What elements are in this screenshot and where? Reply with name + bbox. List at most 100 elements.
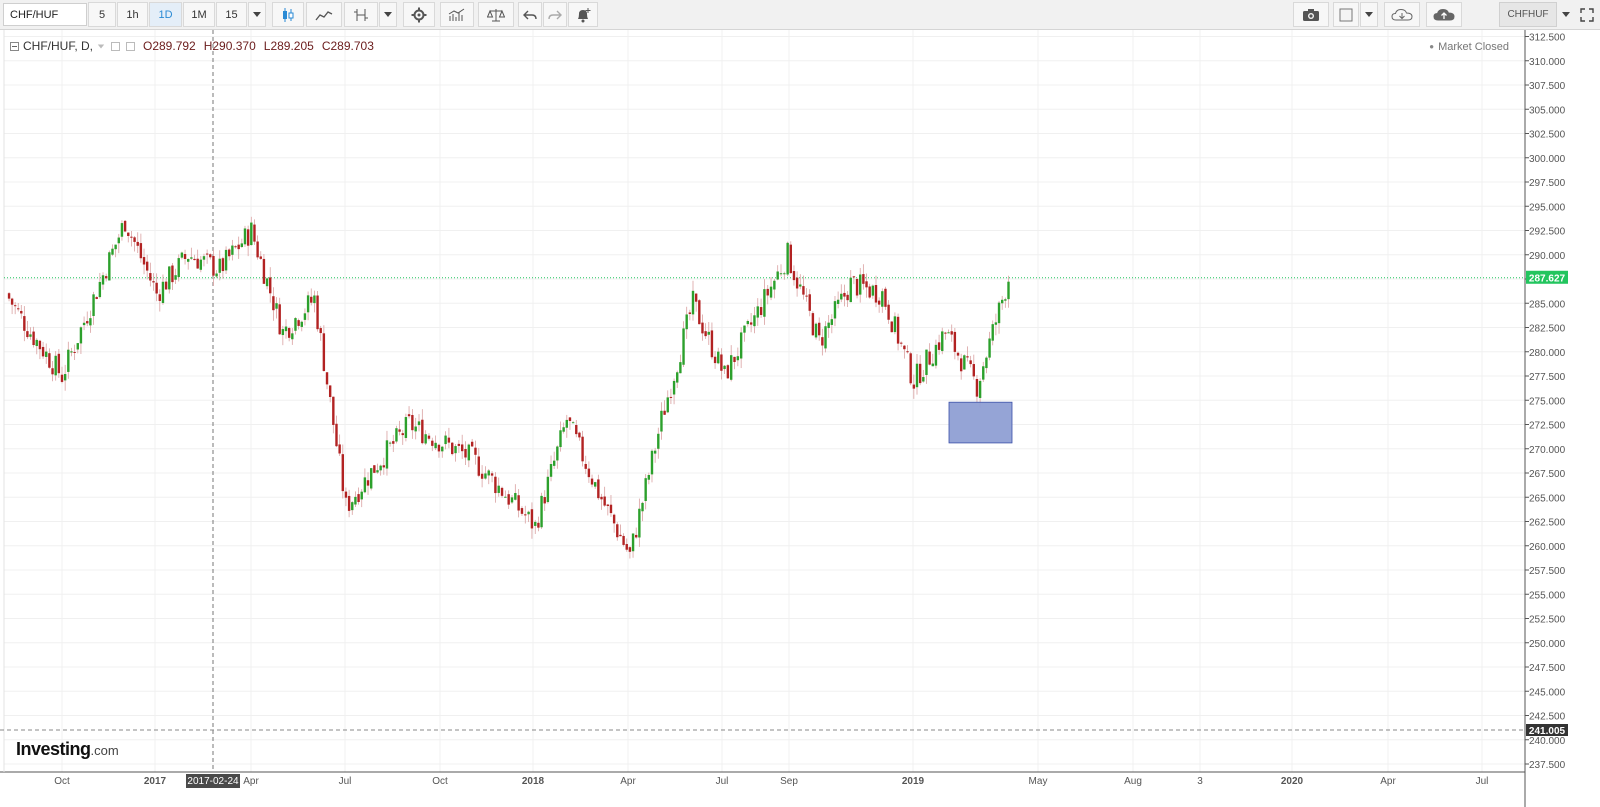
candle-down: [332, 396, 335, 425]
candle-down: [480, 473, 484, 479]
candle-up: [685, 314, 688, 330]
undo-button[interactable]: [518, 2, 542, 27]
settings-button[interactable]: [403, 2, 435, 27]
candle-up: [89, 318, 92, 326]
price-tick-label: 305.000: [1529, 105, 1566, 116]
candle-down: [597, 479, 600, 499]
candle-down: [341, 454, 344, 492]
candle-down: [587, 468, 591, 478]
candle-up: [739, 332, 743, 359]
time-tick-label: Apr: [1380, 776, 1396, 787]
candle-down: [884, 288, 887, 307]
candle-down: [494, 476, 497, 494]
candle-down: [474, 447, 477, 455]
compare-button[interactable]: [478, 2, 514, 27]
candle-down: [950, 331, 953, 335]
chart-type-dropdown-button[interactable]: [379, 2, 397, 27]
candle-down: [710, 330, 714, 358]
market-status: Market Closed: [1429, 41, 1509, 53]
candle-down: [600, 496, 603, 500]
price-tick-label: 252.500: [1529, 615, 1566, 626]
candle-up: [224, 249, 228, 271]
indicators-button[interactable]: [440, 2, 474, 27]
candle-up: [265, 278, 269, 287]
candle-up: [385, 440, 389, 469]
candle-up: [941, 331, 944, 352]
candle-up: [644, 478, 647, 502]
redo-button[interactable]: [543, 2, 567, 27]
indicator-button[interactable]: [344, 2, 378, 27]
candle-up: [487, 470, 490, 476]
interval-1h-button[interactable]: 1h: [117, 2, 148, 27]
cloud-upload-icon: [1433, 8, 1455, 20]
candle-up: [161, 281, 165, 303]
candle-down: [694, 293, 698, 302]
candle-down: [575, 424, 578, 435]
price-tick-label: 312.500: [1529, 33, 1566, 44]
symbol-search-input[interactable]: [3, 3, 87, 26]
candle-down: [635, 534, 638, 538]
price-tick-label: 307.500: [1529, 81, 1566, 92]
candle-down: [811, 313, 815, 336]
visibility-icon[interactable]: [111, 41, 120, 51]
candle-up: [556, 446, 559, 461]
time-tick-label: Oct: [432, 776, 448, 787]
candle-down: [183, 254, 187, 260]
candle-down: [792, 271, 796, 281]
crosshair-date-label: 2017-02-24: [187, 776, 239, 787]
collapse-legend-icon[interactable]: [10, 41, 19, 51]
interval-1d-button[interactable]: 1D: [149, 2, 182, 27]
candle-down: [507, 494, 510, 505]
candle-up: [275, 303, 278, 309]
price-tick-label: 290.000: [1529, 251, 1566, 262]
price-tick-label: 262.500: [1529, 518, 1566, 529]
candle-up: [79, 327, 83, 344]
snapshot-button[interactable]: [1293, 2, 1329, 27]
price-chart[interactable]: 237.500 240.000 242.500 245.000 247.500 250.0…: [0, 30, 1600, 807]
candle-down: [590, 478, 594, 485]
candle-down: [622, 535, 625, 545]
interval-5m-button[interactable]: 5: [88, 2, 116, 27]
interval-dropdown-button[interactable]: [248, 2, 266, 27]
layout-dropdown-button[interactable]: [1360, 2, 1378, 27]
candle-down: [953, 331, 957, 352]
candle-down: [877, 300, 881, 305]
line-style-button[interactable]: [306, 2, 342, 27]
interval-1m-button[interactable]: 1M: [183, 2, 215, 27]
candle-up: [1000, 299, 1004, 304]
candle-up: [650, 450, 654, 475]
candle-up: [963, 355, 966, 370]
interval-15-button[interactable]: 15: [216, 2, 247, 27]
candle-down: [609, 504, 613, 514]
candle-down: [73, 351, 76, 353]
candle-up: [915, 363, 919, 388]
legend-chevron-icon[interactable]: [97, 44, 105, 48]
save-chart-button[interactable]: [1426, 2, 1462, 27]
candle-up: [313, 295, 316, 304]
candles-style-button[interactable]: [272, 2, 304, 27]
candle-down: [13, 305, 17, 307]
ticker-dropdown-button[interactable]: [1558, 2, 1574, 27]
candle-down: [944, 332, 947, 334]
candle-up: [836, 299, 840, 304]
fullscreen-button[interactable]: [1576, 2, 1598, 27]
candle-down: [720, 354, 723, 371]
candle-down: [60, 374, 64, 382]
candle-down: [749, 322, 753, 325]
price-tick-label: 255.000: [1529, 590, 1566, 601]
legend-settings-icon[interactable]: [126, 41, 135, 51]
candle-up: [202, 256, 206, 260]
chart-area[interactable]: 237.500 240.000 242.500 245.000 247.500 250.0…: [0, 30, 1600, 807]
load-chart-button[interactable]: [1384, 2, 1420, 27]
candle-down: [212, 255, 215, 276]
candle-up: [284, 326, 288, 332]
candle-down: [520, 508, 524, 514]
ticker-badge[interactable]: CHFHUF: [1499, 2, 1557, 27]
redo-icon: [548, 10, 562, 19]
layout-button[interactable]: [1333, 2, 1359, 27]
candle-down: [606, 504, 610, 507]
candle-down: [975, 378, 979, 397]
add-alert-button[interactable]: [568, 2, 598, 27]
candle-up: [729, 355, 733, 380]
candle-down: [17, 308, 20, 310]
